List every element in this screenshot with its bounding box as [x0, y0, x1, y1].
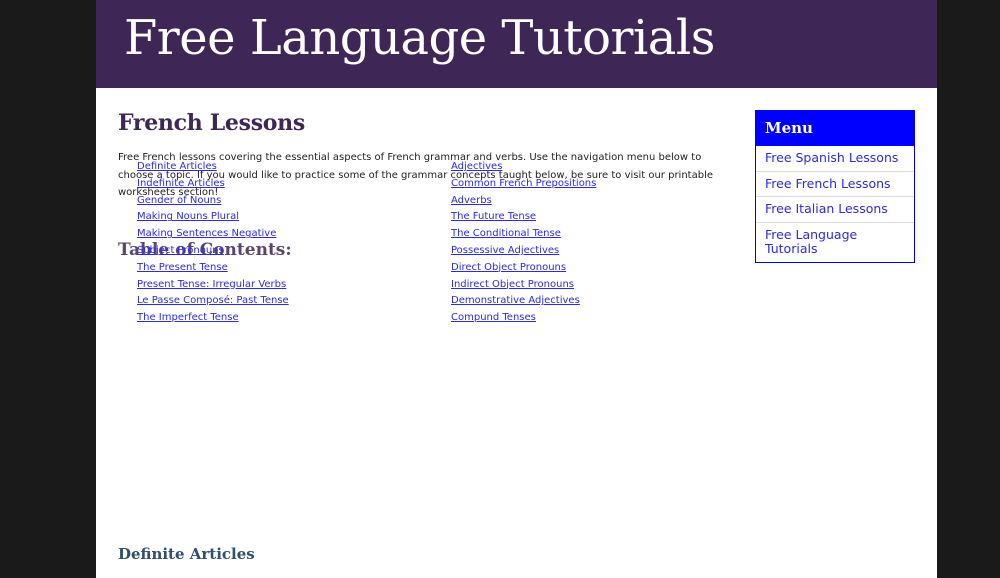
toc-item: Indefinite Articles: [137, 176, 289, 193]
toc-link-making-sentences-negative[interactable]: Making Sentences Negative: [137, 228, 276, 239]
menu-title: Menu: [756, 111, 914, 146]
toc-item: Making Nouns Plural: [137, 209, 289, 226]
toc-item: Indirect Object Pronouns: [451, 277, 596, 294]
toc-item: Present Tense: Irregular Verbs: [137, 277, 289, 294]
toc-link-making-nouns-plural[interactable]: Making Nouns Plural: [137, 211, 239, 222]
toc-link-present-tense[interactable]: The Present Tense: [137, 262, 228, 273]
toc-link-compound-tenses[interactable]: Compund Tenses: [451, 312, 536, 323]
toc-link-adverbs[interactable]: Adverbs: [451, 195, 492, 206]
toc-item: Definite Articles: [137, 159, 289, 176]
toc-link-future-tense[interactable]: The Future Tense: [451, 211, 536, 222]
toc-item: Le Passe Composé: Past Tense: [137, 293, 289, 310]
toc-link-gender-of-nouns[interactable]: Gender of Nouns: [137, 195, 221, 206]
toc-link-definite-articles[interactable]: Definite Articles: [137, 161, 217, 172]
section-heading-definite-articles: Definite Articles: [118, 545, 255, 563]
toc-link-subject-pronouns[interactable]: Subject Pronouns: [137, 245, 224, 256]
site-title[interactable]: Free Language Tutorials: [124, 8, 715, 68]
toc-item: Common French Prepositions: [451, 176, 596, 193]
toc-item: Gender of Nouns: [137, 193, 289, 210]
toc-item: The Future Tense: [451, 209, 596, 226]
toc-item: Compund Tenses: [451, 310, 596, 327]
site-banner: Free Language Tutorials: [96, 0, 937, 88]
toc-link-imperfect-tense[interactable]: The Imperfect Tense: [137, 312, 239, 323]
toc-item: Direct Object Pronouns: [451, 260, 596, 277]
menu-item: Free Spanish Lessons: [756, 146, 914, 171]
toc-item: Adjectives: [451, 159, 596, 176]
menu-item: Free French Lessons: [756, 170, 914, 197]
toc-item: Adverbs: [451, 193, 596, 210]
toc-item: Subject Pronouns: [137, 243, 289, 260]
toc-link-conditional-tense[interactable]: The Conditional Tense: [451, 228, 561, 239]
menu-link-french-lessons[interactable]: Free French Lessons: [765, 176, 891, 191]
toc-link-passe-compose[interactable]: Le Passe Composé: Past Tense: [137, 295, 289, 306]
toc-link-adjectives[interactable]: Adjectives: [451, 161, 502, 172]
menu-link-spanish-lessons[interactable]: Free Spanish Lessons: [765, 150, 898, 165]
menu-list: Free Spanish Lessons Free French Lessons…: [756, 146, 914, 262]
toc-link-demonstrative-adjectives[interactable]: Demonstrative Adjectives: [451, 295, 580, 306]
toc-link-indefinite-articles[interactable]: Indefinite Articles: [137, 178, 225, 189]
toc-item: Making Sentences Negative: [137, 226, 289, 243]
toc-column-right: Adjectives Common French Prepositions Ad…: [451, 159, 596, 327]
menu-item: Free Language Tutorials: [756, 221, 914, 262]
menu-link-italian-lessons[interactable]: Free Italian Lessons: [765, 201, 888, 216]
toc-link-prepositions[interactable]: Common French Prepositions: [451, 178, 596, 189]
menu-item: Free Italian Lessons: [756, 196, 914, 222]
toc-link-present-tense-irregular[interactable]: Present Tense: Irregular Verbs: [137, 279, 286, 290]
menu-link-language-tutorials[interactable]: Free Language Tutorials: [765, 227, 857, 257]
toc-item: Possessive Adjectives: [451, 243, 596, 260]
toc-item: The Present Tense: [137, 260, 289, 277]
toc-link-possessive-adjectives[interactable]: Possessive Adjectives: [451, 245, 559, 256]
toc-item: Demonstrative Adjectives: [451, 293, 596, 310]
page-title: French Lessons: [118, 110, 305, 136]
page: Free Language Tutorials French Lessons F…: [96, 0, 937, 578]
sidebar-menu: Menu Free Spanish Lessons Free French Le…: [755, 110, 915, 263]
toc-link-indirect-object-pronouns[interactable]: Indirect Object Pronouns: [451, 279, 574, 290]
toc-item: The Imperfect Tense: [137, 310, 289, 327]
toc-link-direct-object-pronouns[interactable]: Direct Object Pronouns: [451, 262, 566, 273]
toc-item: The Conditional Tense: [451, 226, 596, 243]
toc-column-left: Definite Articles Indefinite Articles Ge…: [137, 159, 289, 327]
